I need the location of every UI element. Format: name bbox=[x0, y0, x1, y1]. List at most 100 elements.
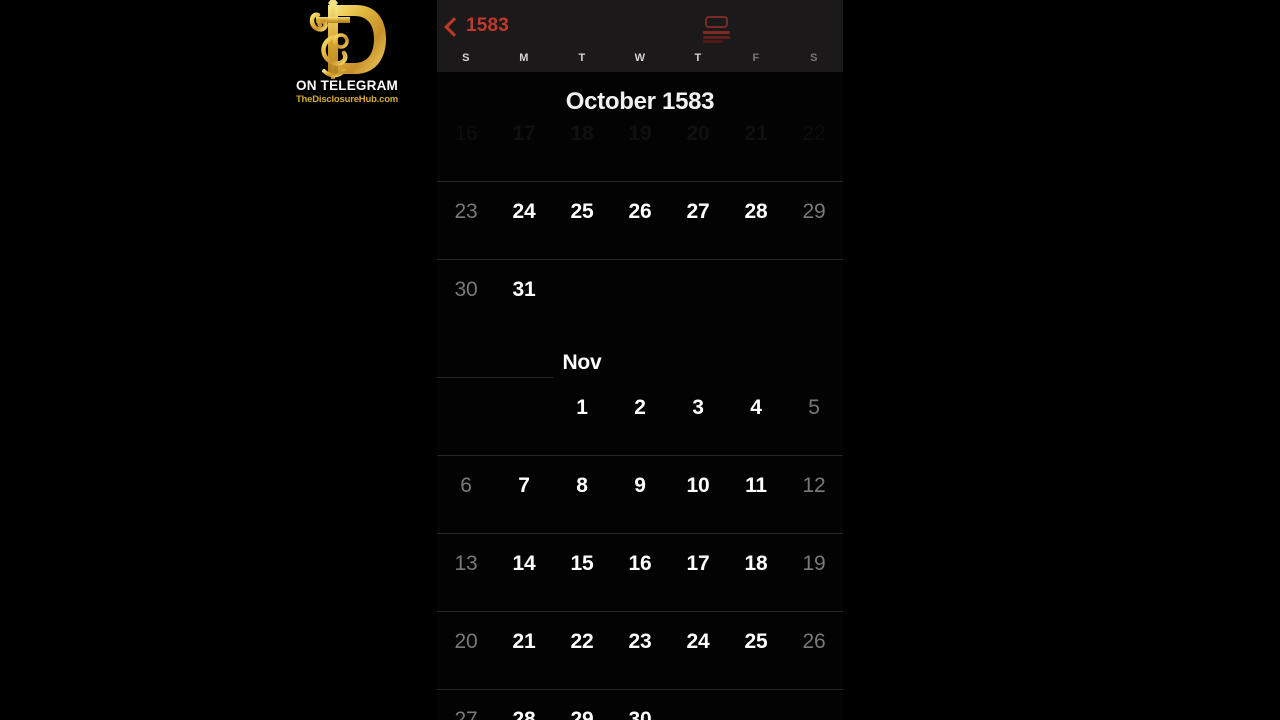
calendar-day-cell[interactable]: 11 bbox=[727, 455, 785, 533]
calendar-day-number: 26 bbox=[628, 200, 652, 223]
watermark-overlay: ON TELEGRAM TheDisclosureHub.com bbox=[288, 0, 406, 112]
back-button[interactable]: 1583 bbox=[444, 15, 509, 37]
calendar-day-cell[interactable]: 10 bbox=[669, 455, 727, 533]
calendar-day-number: 30 bbox=[454, 278, 478, 301]
weekday-label-4: T bbox=[694, 52, 702, 64]
calendar-day-cell[interactable]: 28 bbox=[495, 689, 553, 720]
calendar-day-number: 24 bbox=[686, 630, 710, 653]
calendar-week-row: 13 14 15 16 17 18 19 bbox=[437, 533, 843, 611]
calendar-day-cell[interactable]: 18 bbox=[553, 103, 611, 181]
calendar-day-number: 21 bbox=[512, 630, 536, 653]
calendar-day-number: 11 bbox=[745, 474, 767, 497]
calendar-grid[interactable]: 16 17 18 19 20 21 22 23 24 25 26 27 28 29 30 31 Nov 1 2 3 4 5… bbox=[437, 72, 843, 720]
calendar-day-cell[interactable]: 19 bbox=[611, 103, 669, 181]
calendar-day-cell[interactable]: 20 bbox=[437, 611, 495, 689]
list-view-icon-line-3 bbox=[703, 40, 723, 43]
calendar-day-cell[interactable]: 24 bbox=[495, 181, 553, 259]
weekday-label-1: M bbox=[519, 52, 529, 64]
calendar-day-cell[interactable]: 6 bbox=[437, 455, 495, 533]
calendar-day-cell[interactable]: 30 bbox=[437, 259, 495, 337]
calendar-day-cell[interactable]: 29 bbox=[785, 181, 843, 259]
calendar-day-cell[interactable]: 30 bbox=[611, 689, 669, 720]
calendar-day-number: 20 bbox=[454, 630, 478, 653]
calendar-day-number: 13 bbox=[454, 552, 478, 575]
calendar-day-cell[interactable]: 21 bbox=[727, 103, 785, 181]
calendar-day-cell[interactable]: 23 bbox=[611, 611, 669, 689]
calendar-day-cell[interactable]: 22 bbox=[553, 611, 611, 689]
calendar-day-cell[interactable]: 8 bbox=[553, 455, 611, 533]
calendar-day-number: 2 bbox=[634, 396, 646, 419]
weekday-header-row: SMTWTFS bbox=[437, 52, 843, 72]
calendar-day-cell[interactable]: 4 bbox=[727, 377, 785, 455]
calendar-day-number: 6 bbox=[460, 474, 472, 497]
ornate-d-logo-icon bbox=[309, 0, 386, 79]
calendar-day-cell[interactable]: 24 bbox=[669, 611, 727, 689]
disclosure-hub-monogram-icon bbox=[288, 0, 406, 82]
weekday-label-5: F bbox=[752, 52, 760, 64]
calendar-day-number: 20 bbox=[686, 122, 710, 145]
calendar-day-cell[interactable]: 15 bbox=[553, 533, 611, 611]
calendar-day-number: 14 bbox=[512, 552, 536, 575]
calendar-day-cell[interactable]: 12 bbox=[785, 455, 843, 533]
calendar-day-cell[interactable]: 13 bbox=[437, 533, 495, 611]
calendar-day-number: 16 bbox=[628, 552, 652, 575]
calendar-day-number: 1 bbox=[576, 396, 588, 419]
calendar-day-cell[interactable]: 17 bbox=[495, 103, 553, 181]
calendar-day-number: 27 bbox=[454, 708, 478, 720]
calendar-day-number: 22 bbox=[802, 122, 826, 145]
list-view-icon-box bbox=[705, 16, 728, 28]
calendar-day-number: 24 bbox=[512, 200, 536, 223]
calendar-day-cell[interactable]: 25 bbox=[553, 181, 611, 259]
calendar-day-cell[interactable]: 21 bbox=[495, 611, 553, 689]
calendar-day-cell[interactable]: 14 bbox=[495, 533, 553, 611]
calendar-day-cell[interactable]: 19 bbox=[785, 533, 843, 611]
navigation-bar: 1583 S M T W T F S bbox=[437, 0, 843, 72]
calendar-day-number: 8 bbox=[576, 474, 588, 497]
watermark-line-2: TheDisclosureHub.com bbox=[295, 94, 399, 105]
calendar-day-cell[interactable]: 20 bbox=[669, 103, 727, 181]
weekday-label-0: S bbox=[462, 52, 470, 64]
calendar-day-number: 21 bbox=[744, 122, 768, 145]
calendar-day-number: 15 bbox=[570, 552, 594, 575]
calendar-day-cell[interactable]: 26 bbox=[785, 611, 843, 689]
calendar-day-cell[interactable]: 29 bbox=[553, 689, 611, 720]
calendar-day-cell[interactable]: 16 bbox=[437, 103, 495, 181]
calendar-day-cell[interactable]: 28 bbox=[727, 181, 785, 259]
calendar-day-cell[interactable]: 16 bbox=[611, 533, 669, 611]
list-view-icon-line-1 bbox=[703, 31, 730, 34]
calendar-day-number: 30 bbox=[628, 708, 652, 720]
calendar-day-number: 18 bbox=[570, 122, 594, 145]
calendar-day-number: 16 bbox=[454, 122, 478, 145]
weekday-label-3: W bbox=[634, 52, 646, 64]
calendar-day-cell[interactable]: 27 bbox=[669, 181, 727, 259]
calendar-day-cell[interactable]: 31 bbox=[495, 259, 553, 337]
calendar-day-cell[interactable]: 27 bbox=[437, 689, 495, 720]
calendar-day-number: 28 bbox=[744, 200, 768, 223]
calendar-day-cell[interactable]: 9 bbox=[611, 455, 669, 533]
watermark-line-1: ON TELEGRAM bbox=[296, 78, 398, 93]
calendar-day-cell[interactable]: 23 bbox=[437, 181, 495, 259]
calendar-day-cell[interactable]: 22 bbox=[785, 103, 843, 181]
calendar-day-cell[interactable]: 3 bbox=[669, 377, 727, 455]
calendar-day-cell[interactable]: 5 bbox=[785, 377, 843, 455]
list-view-icon[interactable] bbox=[703, 16, 731, 43]
letterbox-right bbox=[843, 0, 1280, 720]
calendar-day-number: 25 bbox=[744, 630, 768, 653]
calendar-day-number: 7 bbox=[518, 474, 530, 497]
calendar-day-cell[interactable]: 2 bbox=[611, 377, 669, 455]
calendar-day-number: 10 bbox=[686, 474, 710, 497]
calendar-day-cell[interactable]: 7 bbox=[495, 455, 553, 533]
calendar-day-cell[interactable]: 18 bbox=[727, 533, 785, 611]
chevron-left-icon bbox=[444, 16, 464, 37]
calendar-day-cell[interactable]: 17 bbox=[669, 533, 727, 611]
calendar-day-cell[interactable]: 26 bbox=[611, 181, 669, 259]
calendar-day-number: 19 bbox=[628, 122, 652, 145]
calendar-day-number: 22 bbox=[570, 630, 594, 653]
calendar-day-number: 5 bbox=[808, 396, 820, 419]
list-view-icon-line-2 bbox=[703, 36, 730, 39]
calendar-day-cell[interactable]: 1 bbox=[553, 377, 611, 455]
calendar-day-number: 18 bbox=[744, 552, 768, 575]
calendar-day-number: 17 bbox=[512, 122, 536, 145]
calendar-day-number: 23 bbox=[454, 200, 478, 223]
calendar-day-cell[interactable]: 25 bbox=[727, 611, 785, 689]
